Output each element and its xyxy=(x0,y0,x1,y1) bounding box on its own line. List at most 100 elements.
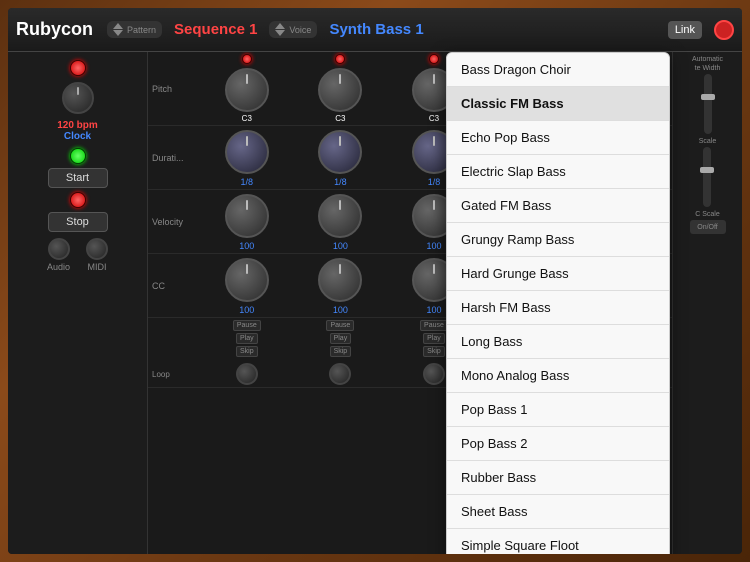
midi-label: MIDI xyxy=(88,262,107,272)
cc-row-label: CC xyxy=(152,281,200,291)
dropdown-item-14[interactable]: Simple Square Floot xyxy=(447,529,669,554)
vel-val-1: 100 xyxy=(333,241,348,251)
dur-val-0: 1/8 xyxy=(241,177,254,187)
vel-val-0: 100 xyxy=(239,241,254,251)
c-scale-label: C Scale xyxy=(695,211,720,218)
audio-knob[interactable] xyxy=(48,238,70,260)
velocity-row-label: Velocity xyxy=(152,217,200,227)
bpm-group: 120 bpm Clock xyxy=(57,120,98,142)
skip-btn-2[interactable]: Skip xyxy=(423,346,445,357)
led-red-top xyxy=(70,60,86,76)
voice-dropdown[interactable]: Bass Dragon Choir Classic FM Bass Echo P… xyxy=(446,52,670,554)
cc-knob-1[interactable] xyxy=(318,258,362,302)
link-button[interactable]: Link xyxy=(668,21,702,39)
pattern-label: Pattern xyxy=(127,25,156,35)
dropdown-item-1[interactable]: Classic FM Bass xyxy=(447,87,669,121)
audio-label: Audio xyxy=(47,262,70,272)
play-btn-0[interactable]: Play xyxy=(236,333,258,344)
play-group-0: Pause Play Skip xyxy=(200,319,294,358)
loop-cell-1 xyxy=(294,363,388,385)
voice-label: Voice xyxy=(289,25,311,35)
dropdown-item-3[interactable]: Electric Slap Bass xyxy=(447,155,669,189)
pattern-nav[interactable]: Pattern xyxy=(107,21,162,38)
voice-nav[interactable]: Voice xyxy=(269,21,317,38)
start-button[interactable]: Start xyxy=(48,168,108,188)
cc-val-0: 100 xyxy=(239,305,254,315)
right-controls: Automatic te Width Scale C Scale xyxy=(672,52,742,554)
pitch-knob-1[interactable] xyxy=(318,68,362,112)
pitch-led-1 xyxy=(335,54,345,64)
loop-toggle-0[interactable] xyxy=(236,363,258,385)
dropdown-item-5[interactable]: Grungy Ramp Bass xyxy=(447,223,669,257)
right-on-off-button[interactable]: On/Off xyxy=(690,220,726,234)
cc-knob-0[interactable] xyxy=(225,258,269,302)
dropdown-item-7[interactable]: Harsh FM Bass xyxy=(447,291,669,325)
dropdown-item-11[interactable]: Pop Bass 2 xyxy=(447,427,669,461)
pattern-arrows[interactable] xyxy=(113,23,123,36)
voice-arrow-down[interactable] xyxy=(275,30,285,36)
dropdown-item-10[interactable]: Pop Bass 1 xyxy=(447,393,669,427)
pitch-val-2: C3 xyxy=(429,114,439,123)
dropdown-item-13[interactable]: Sheet Bass xyxy=(447,495,669,529)
app-title: Rubycon xyxy=(16,19,93,40)
cc-val-1: 100 xyxy=(333,305,348,315)
skip-btn-0[interactable]: Skip xyxy=(236,346,258,357)
cc-cell-1: 100 xyxy=(294,256,388,315)
io-group: Audio MIDI xyxy=(47,238,108,272)
record-button[interactable] xyxy=(714,20,734,40)
play-btn-1[interactable]: Play xyxy=(330,333,352,344)
pitch-knob[interactable] xyxy=(62,82,94,114)
transport-group: Start Stop xyxy=(48,148,108,232)
play-group-1: Pause Play Skip xyxy=(294,319,388,358)
stop-button[interactable]: Stop xyxy=(48,212,108,232)
midi-knob[interactable] xyxy=(86,238,108,260)
scale-thumb xyxy=(700,167,714,173)
dur-val-2: 1/8 xyxy=(428,177,441,187)
pulse-width-thumb xyxy=(701,94,715,100)
vel-knob-0[interactable] xyxy=(225,194,269,238)
pause-btn-1[interactable]: Pause xyxy=(326,320,354,331)
pitch-knob-0[interactable] xyxy=(225,68,269,112)
dur-cell-1: 1/8 xyxy=(294,128,388,187)
scale-label: Scale xyxy=(699,138,717,145)
vel-knob-1[interactable] xyxy=(318,194,362,238)
app-frame: Rubycon Pattern Sequence 1 Voice Synth B… xyxy=(0,0,750,562)
dur-knob-0[interactable] xyxy=(225,130,269,174)
pitch-val-0: C3 xyxy=(242,114,252,123)
dropdown-item-6[interactable]: Hard Grunge Bass xyxy=(447,257,669,291)
cc-cell-0: 100 xyxy=(200,256,294,315)
pitch-led-0 xyxy=(242,54,252,64)
skip-btn-1[interactable]: Skip xyxy=(330,346,352,357)
dropdown-item-8[interactable]: Long Bass xyxy=(447,325,669,359)
pattern-arrow-up[interactable] xyxy=(113,23,123,29)
loop-toggle-2[interactable] xyxy=(423,363,445,385)
vel-cell-1: 100 xyxy=(294,192,388,251)
automation-label: Automatic xyxy=(692,56,723,63)
pause-btn-0[interactable]: Pause xyxy=(233,320,261,331)
scale-slider[interactable] xyxy=(703,147,711,207)
dropdown-item-2[interactable]: Echo Pop Bass xyxy=(447,121,669,155)
top-bar: Rubycon Pattern Sequence 1 Voice Synth B… xyxy=(8,8,742,52)
loop-toggle-1[interactable] xyxy=(329,363,351,385)
pattern-arrow-down[interactable] xyxy=(113,30,123,36)
pitch-cell-0: C3 xyxy=(200,54,294,123)
voice-arrows[interactable] xyxy=(275,23,285,36)
play-btn-2[interactable]: Play xyxy=(423,333,445,344)
voice-arrow-up[interactable] xyxy=(275,23,285,29)
loop-label: Loop xyxy=(152,370,200,379)
dropdown-item-0[interactable]: Bass Dragon Choir xyxy=(447,53,669,87)
pulse-width-slider[interactable] xyxy=(704,74,712,134)
pause-btn-2[interactable]: Pause xyxy=(420,320,448,331)
dropdown-item-4[interactable]: Gated FM Bass xyxy=(447,189,669,223)
voice-name: Synth Bass 1 xyxy=(329,21,423,38)
loop-cell-0 xyxy=(200,363,294,385)
left-sidebar: 120 bpm Clock Start Stop Audio xyxy=(8,52,148,554)
pitch-row-label: Pitch xyxy=(152,84,200,94)
dur-knob-1[interactable] xyxy=(318,130,362,174)
dur-cell-0: 1/8 xyxy=(200,128,294,187)
vel-cell-0: 100 xyxy=(200,192,294,251)
dropdown-item-9[interactable]: Mono Analog Bass xyxy=(447,359,669,393)
duration-row-label: Durati... xyxy=(152,153,200,163)
dropdown-item-12[interactable]: Rubber Bass xyxy=(447,461,669,495)
scale-slider-group: Scale xyxy=(699,138,717,209)
